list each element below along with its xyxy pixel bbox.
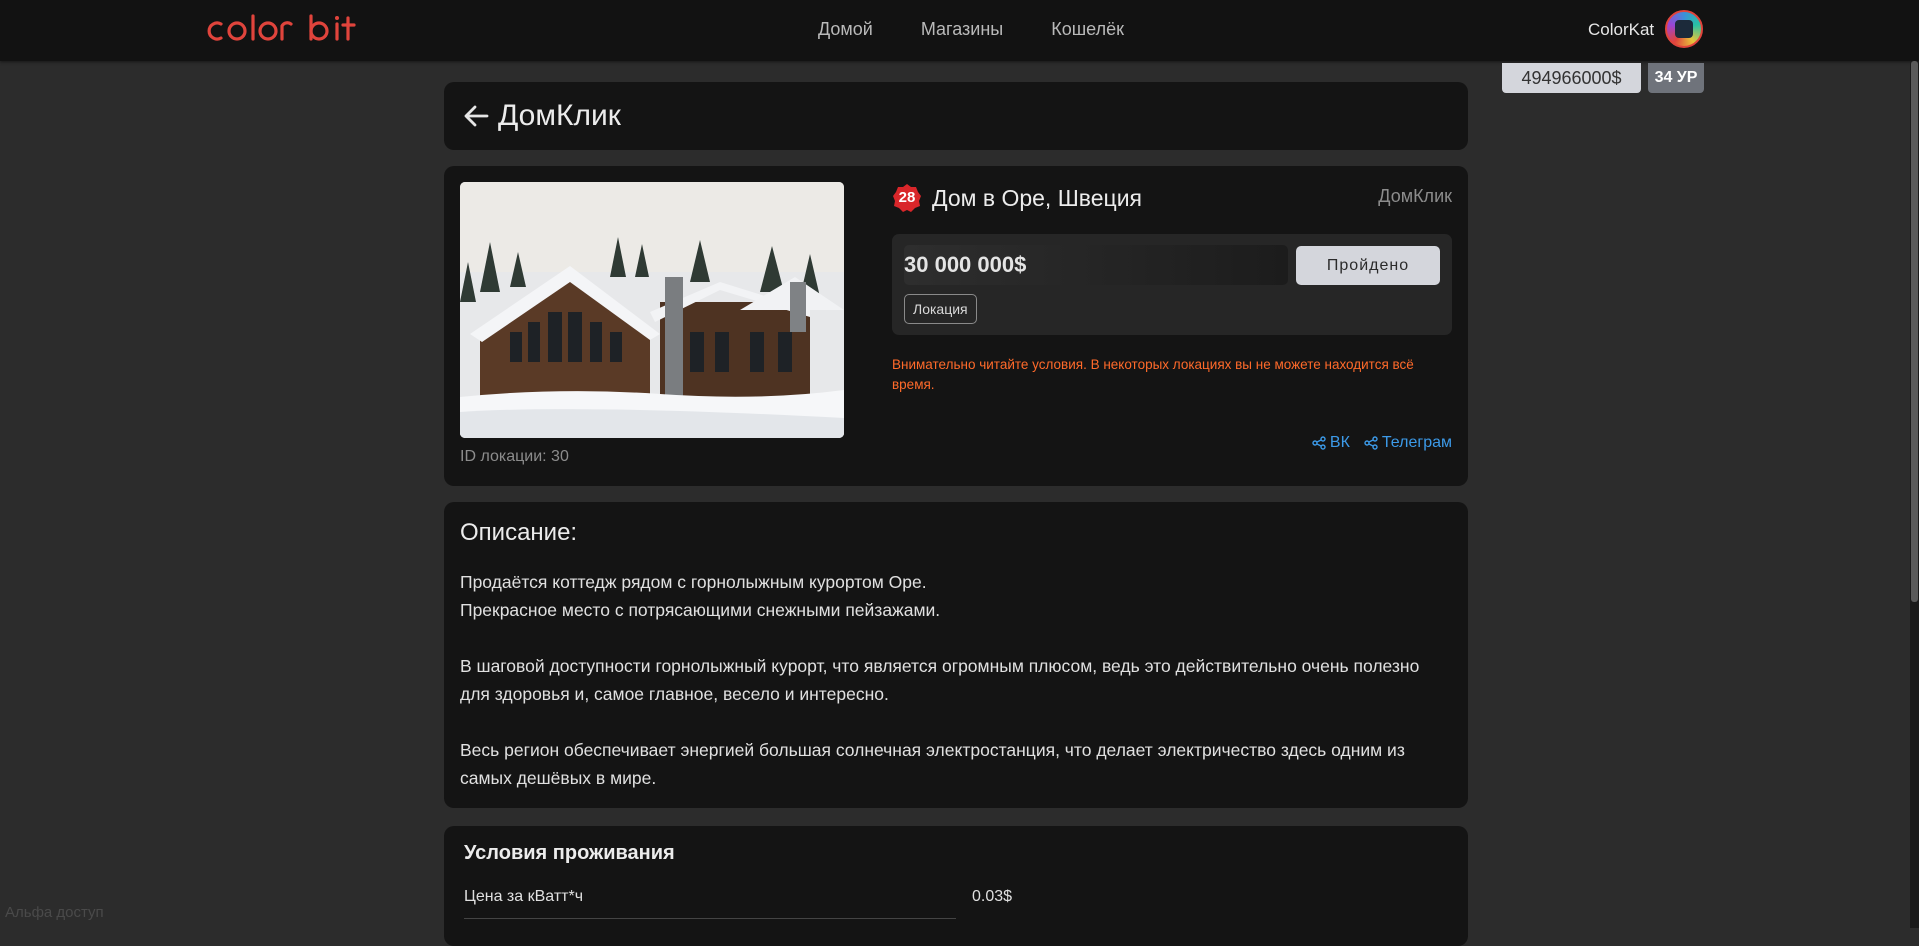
- page-header: ДомКлик: [444, 82, 1468, 150]
- nav-home[interactable]: Домой: [818, 18, 873, 40]
- property-image: [460, 182, 844, 438]
- share-icon: [1364, 436, 1378, 450]
- share-icon: [1312, 436, 1326, 450]
- colorbit-logo: [207, 14, 356, 41]
- page-title: ДомКлик: [498, 99, 621, 132]
- description-text: Продаётся коттедж рядом с горнолыжным ку…: [460, 568, 1450, 820]
- user-name[interactable]: ColorKat: [1588, 20, 1654, 40]
- description-paragraph: Весь регион обеспечивает энергией больша…: [460, 740, 1405, 788]
- conditions-card: Условия проживания Цена за кВатт*ч 0.03$: [444, 826, 1468, 946]
- description-paragraph: Продаётся коттедж рядом с горнолыжным ку…: [460, 572, 941, 620]
- warning-text: Внимательно читайте условия. В некоторых…: [892, 357, 1414, 392]
- share-telegram-label: Телеграм: [1381, 434, 1452, 451]
- price-display: 30 000 000$: [904, 245, 1288, 285]
- avatar[interactable]: [1665, 10, 1703, 48]
- conditions-row: Цена за кВатт*ч 0.03$: [464, 886, 1464, 920]
- main-nav: Домой Магазины Кошелёк: [818, 18, 1124, 40]
- price-value: 30 000 000$: [904, 252, 1027, 277]
- scrollbar-thumb[interactable]: [1911, 61, 1918, 602]
- level-requirement-badge: 28: [892, 183, 922, 213]
- share-vk-label: ВК: [1329, 434, 1350, 451]
- description-card: Описание: Продаётся коттедж рядом с горн…: [444, 502, 1468, 808]
- completed-button[interactable]: Пройдено: [1296, 246, 1440, 285]
- share-vk-link[interactable]: ВК: [1312, 434, 1350, 452]
- level-badge: 34 УР: [1648, 63, 1704, 93]
- share-telegram-link[interactable]: Телеграм: [1364, 434, 1452, 452]
- conditions-title: Условия проживания: [464, 842, 675, 864]
- nav-shops[interactable]: Магазины: [921, 18, 1003, 40]
- description-title: Описание:: [460, 519, 578, 546]
- property-card: ID локации: 30 28 Дом в Оре, Швеция ДомК…: [444, 166, 1468, 486]
- share-links: ВК Телеграм: [1312, 434, 1452, 452]
- location-id: ID локации: 30: [460, 448, 569, 465]
- alpha-access-label: Альфа доступ: [5, 904, 104, 921]
- location-tag: Локация: [904, 294, 977, 324]
- page-scrollbar[interactable]: [1910, 61, 1919, 928]
- nav-wallet[interactable]: Кошелёк: [1051, 18, 1124, 40]
- back-arrow-icon[interactable]: [462, 102, 490, 130]
- property-title: Дом в Оре, Швеция: [932, 185, 1142, 211]
- balance-badge: 494966000$: [1502, 63, 1641, 93]
- navbar: Домой Магазины Кошелёк ColorKat: [0, 0, 1919, 61]
- badge-number: 28: [898, 189, 916, 206]
- price-panel: 30 000 000$ Пройдено Локация: [892, 234, 1452, 335]
- condition-value: 0.03$: [972, 888, 1013, 905]
- property-shop[interactable]: ДомКлик: [1378, 186, 1452, 207]
- logo[interactable]: [207, 8, 379, 60]
- condition-key: Цена за кВатт*ч: [464, 886, 956, 919]
- description-paragraph: В шаговой доступности горнолыжный курорт…: [460, 656, 1420, 704]
